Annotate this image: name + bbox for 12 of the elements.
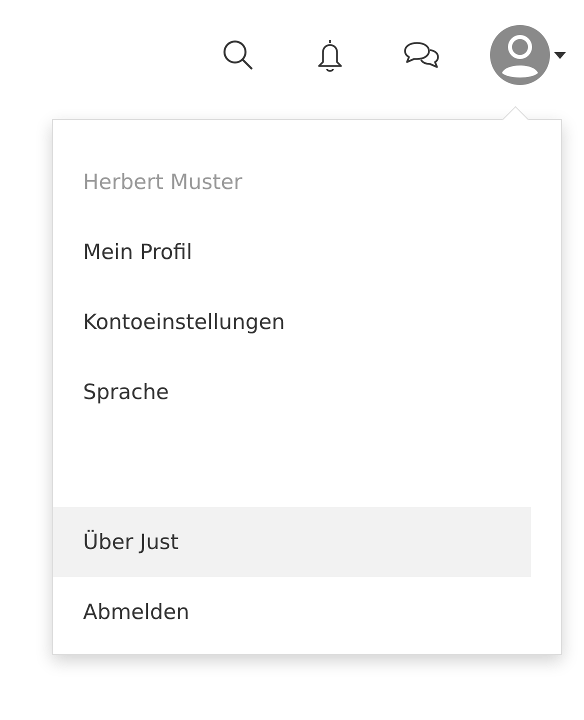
caret-icon [554,52,566,58]
avatar-icon [490,25,550,85]
user-menu-button[interactable] [490,25,566,85]
menu-item[interactable]: Mein Profil [53,217,531,287]
menu-item[interactable]: Sprache [53,357,531,427]
menu-item[interactable]: Abmelden [53,577,531,647]
user-name: Herbert Muster [82,169,244,196]
bell-icon [315,38,345,72]
menu-item[interactable]: Über Just [53,507,531,577]
search-icon [221,38,255,72]
chat-bubbles-icon [403,40,441,70]
menu-item[interactable]: Kontoeinstellungen [53,287,531,357]
